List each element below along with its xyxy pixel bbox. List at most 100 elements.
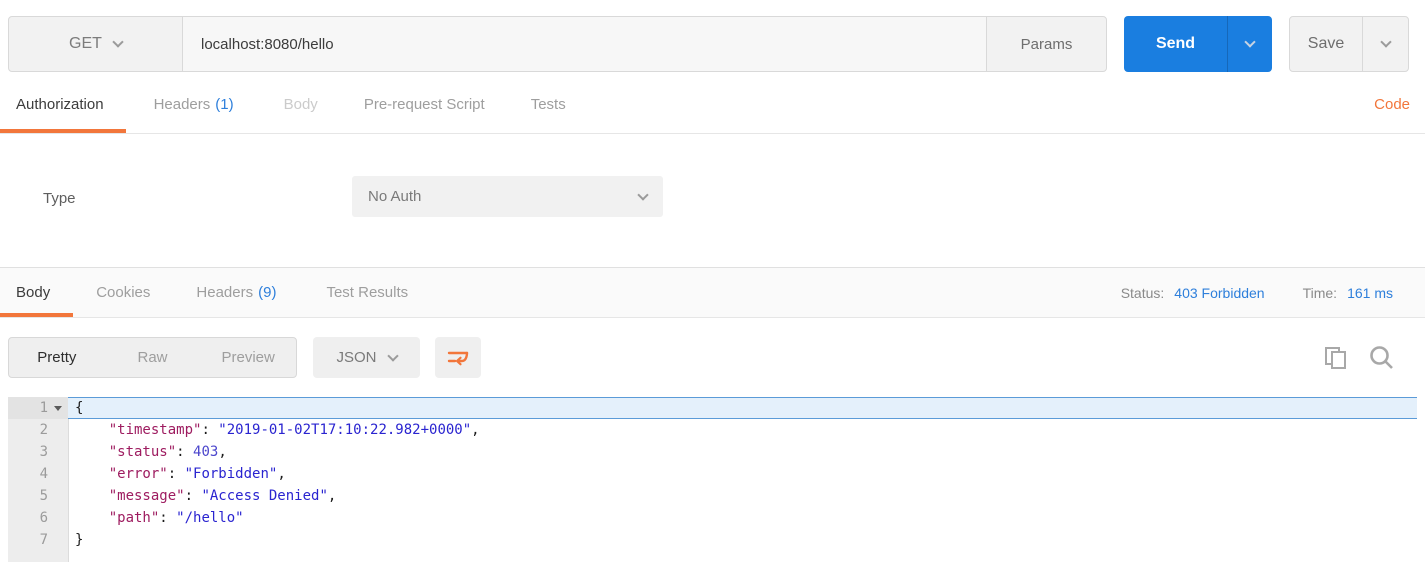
response-meta: Status: 403 Forbidden Time: 161 ms — [1121, 268, 1393, 317]
response-tab-test-results[interactable]: Test Results — [326, 268, 408, 317]
send-button[interactable]: Send — [1124, 16, 1227, 72]
url-field-wrap — [183, 16, 987, 72]
code-text[interactable]: "message": "Access Denied", — [68, 485, 1417, 507]
chevron-down-icon — [112, 36, 123, 47]
view-raw-button[interactable]: Raw — [105, 338, 201, 377]
time-value: 161 ms — [1347, 285, 1393, 301]
code-token: , — [218, 444, 226, 460]
search-button[interactable] — [1367, 343, 1395, 371]
chevron-down-icon — [1244, 36, 1255, 47]
line-number: 3 — [8, 441, 48, 463]
wrap-text-button[interactable] — [435, 337, 481, 378]
code-text[interactable]: "timestamp": "2019-01-02T17:10:22.982+00… — [68, 419, 1417, 441]
code-text[interactable]: "path": "/hello" — [68, 507, 1417, 529]
code-token: "message" — [109, 488, 185, 504]
code-editor[interactable]: 1{2 "timestamp": "2019-01-02T17:10:22.98… — [8, 397, 1417, 562]
code-token: "timestamp" — [109, 422, 202, 438]
tab-count-badge: (1) — [215, 96, 233, 113]
send-label: Send — [1156, 35, 1195, 53]
status-label: Status: — [1121, 285, 1165, 301]
response-header: Body Cookies Headers (9) Test Results St… — [0, 267, 1425, 318]
code-line[interactable]: 5 "message": "Access Denied", — [8, 485, 1417, 507]
code-token: "status" — [109, 444, 176, 460]
code-token — [75, 466, 109, 482]
view-label: Raw — [138, 349, 168, 366]
tab-count-badge: (9) — [258, 284, 276, 301]
auth-type-value: No Auth — [368, 188, 421, 205]
copy-button[interactable] — [1322, 343, 1350, 371]
save-button-group: Save — [1289, 16, 1409, 72]
code-token: , — [328, 488, 336, 504]
request-tabs: Authorization Headers (1) Body Pre-reque… — [0, 72, 1425, 134]
code-line[interactable]: 1{ — [8, 397, 1417, 419]
save-button[interactable]: Save — [1290, 17, 1362, 71]
code-token: "Forbidden" — [185, 466, 278, 482]
send-dropdown-button[interactable] — [1227, 16, 1272, 72]
tab-label: Tests — [531, 96, 566, 113]
method-select[interactable]: GET — [8, 16, 183, 72]
params-label: Params — [1021, 36, 1073, 53]
tab-label: Authorization — [16, 96, 104, 113]
code-line[interactable]: 4 "error": "Forbidden", — [8, 463, 1417, 485]
line-number: 5 — [8, 485, 48, 507]
view-pretty-button[interactable]: Pretty — [9, 338, 105, 377]
format-select[interactable]: JSON — [313, 337, 420, 378]
tab-tests[interactable]: Tests — [531, 72, 566, 133]
response-tab-cookies[interactable]: Cookies — [96, 268, 150, 317]
code-line[interactable]: 7} — [8, 529, 1417, 551]
search-icon — [1367, 343, 1395, 371]
tab-headers[interactable]: Headers (1) — [154, 72, 234, 133]
code-token: , — [277, 466, 285, 482]
code-line[interactable]: 2 "timestamp": "2019-01-02T17:10:22.982+… — [8, 419, 1417, 441]
code-token: "Access Denied" — [201, 488, 327, 504]
fold-toggle-icon[interactable] — [54, 406, 62, 411]
line-number: 7 — [8, 529, 48, 551]
tab-label: Body — [284, 96, 318, 113]
save-dropdown-button[interactable] — [1362, 17, 1408, 71]
toolbar-right-icons — [1322, 343, 1395, 371]
code-text[interactable]: "status": 403, — [68, 441, 1417, 463]
auth-type-select[interactable]: No Auth — [352, 176, 663, 217]
status-value: 403 Forbidden — [1174, 285, 1264, 301]
code-token — [75, 422, 109, 438]
authorization-panel: Type No Auth — [0, 134, 1425, 267]
code-token: 403 — [193, 444, 218, 460]
code-text[interactable]: { — [68, 397, 1417, 419]
gutter-cell: 1 — [8, 397, 68, 419]
view-preview-button[interactable]: Preview — [200, 338, 296, 377]
code-line[interactable]: 3 "status": 403, — [8, 441, 1417, 463]
code-text[interactable]: } — [68, 529, 1417, 551]
gutter-cell: 4 — [8, 463, 68, 485]
response-tab-body[interactable]: Body — [0, 268, 73, 317]
code-token — [75, 510, 109, 526]
view-mode-group: Pretty Raw Preview — [8, 337, 297, 378]
gutter-cell: 6 — [8, 507, 68, 529]
response-toolbar: Pretty Raw Preview JSON — [0, 318, 1425, 397]
view-label: Preview — [222, 349, 275, 366]
code-token: : — [185, 488, 202, 504]
code-link[interactable]: Code — [1374, 72, 1410, 133]
response-tab-headers[interactable]: Headers (9) — [196, 268, 276, 317]
gutter-cell: 2 — [8, 419, 68, 441]
chevron-down-icon — [637, 189, 648, 200]
params-button[interactable]: Params — [986, 16, 1107, 72]
code-token: "error" — [109, 466, 168, 482]
code-token: "path" — [109, 510, 160, 526]
code-token: : — [168, 466, 185, 482]
tab-authorization[interactable]: Authorization — [0, 72, 126, 133]
tab-body[interactable]: Body — [284, 72, 318, 133]
line-number: 6 — [8, 507, 48, 529]
tab-pre-request-script[interactable]: Pre-request Script — [364, 72, 485, 133]
auth-type-label: Type — [43, 190, 76, 207]
code-line[interactable]: 6 "path": "/hello" — [8, 507, 1417, 529]
chevron-down-icon — [1380, 36, 1391, 47]
wrap-text-icon — [446, 346, 470, 370]
line-number: 2 — [8, 419, 48, 441]
line-number: 1 — [8, 397, 48, 419]
view-label: Pretty — [37, 349, 76, 366]
url-input[interactable] — [183, 17, 986, 71]
request-bar: GET Params Send Save — [8, 16, 1409, 72]
code-token: : — [159, 510, 176, 526]
code-text[interactable]: "error": "Forbidden", — [68, 463, 1417, 485]
code-token: "2019-01-02T17:10:22.982+0000" — [218, 422, 471, 438]
